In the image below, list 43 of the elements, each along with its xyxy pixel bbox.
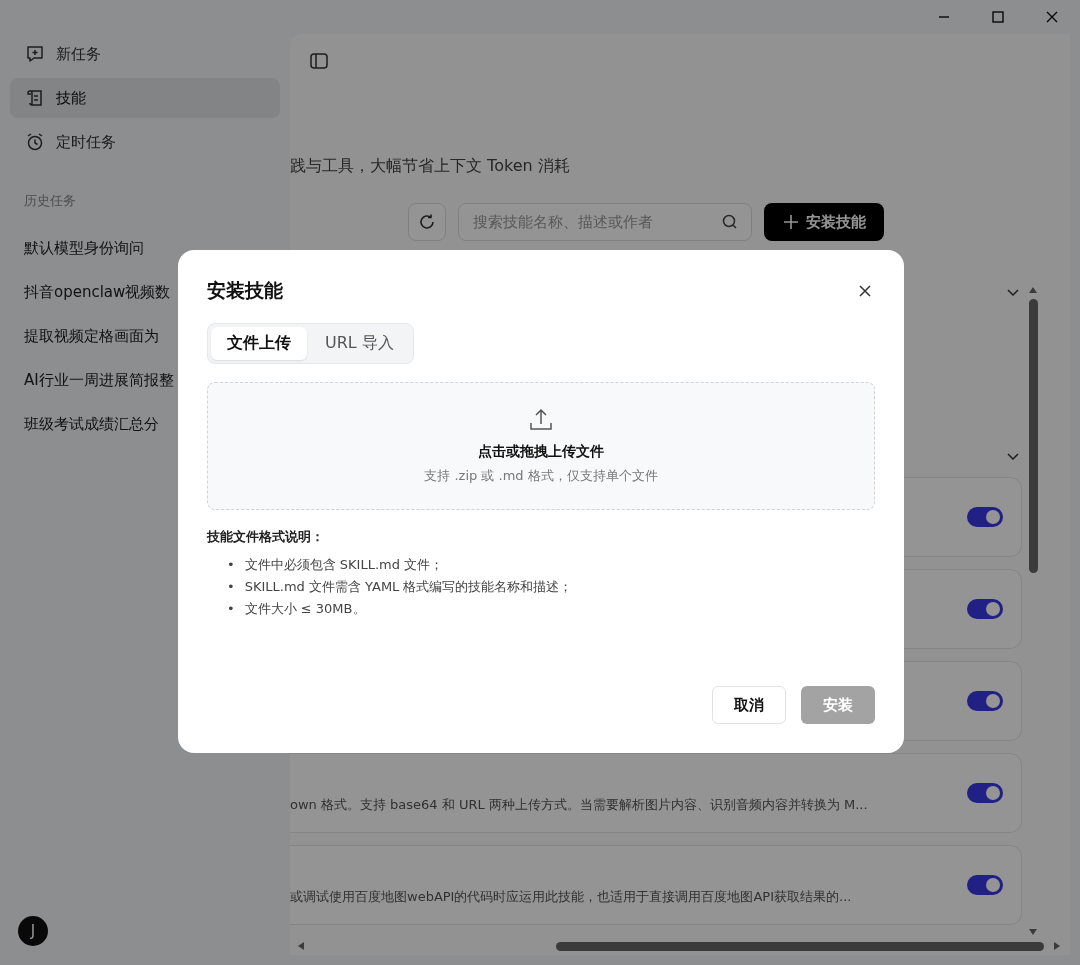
scroll-right-icon[interactable] [1052, 941, 1062, 951]
search-icon[interactable] [721, 213, 739, 231]
scrollbar-thumb[interactable] [556, 941, 1044, 951]
note-item: 文件大小 ≤ 30MB。 [244, 600, 366, 618]
note-item: 文件中必须包含 SKILL.md 文件； [244, 556, 444, 574]
note-item: SKILL.md 文件需含 YAML 格式编写的技能名称和描述； [244, 578, 573, 596]
upload-dropzone[interactable]: 点击或拖拽上传文件 支持 .zip 或 .md 格式，仅支持单个文件 [207, 382, 875, 510]
scroll-up-icon[interactable] [1028, 285, 1038, 295]
dropzone-hint: 支持 .zip 或 .md 格式，仅支持单个文件 [424, 467, 658, 485]
sidebar-toggle-icon[interactable] [308, 50, 330, 72]
sidebar-item[interactable]: 定时任务 [10, 122, 280, 162]
bullet: • [227, 578, 235, 596]
skill-description: 或调试使用百度地图webAPI的代码时应运用此技能，也适用于直接调用百度地图API获取结果的... [290, 888, 852, 906]
tab[interactable]: URL 导入 [309, 327, 410, 360]
dialog-title: 安装技能 [207, 278, 283, 303]
install-skill-button[interactable]: 安装技能 [764, 203, 884, 241]
notes-heading: 技能文件格式说明： [207, 528, 325, 546]
plus-icon [782, 213, 800, 231]
avatar[interactable]: J [18, 916, 48, 946]
message-plus-icon [24, 43, 46, 65]
scroll-down-icon[interactable] [1028, 927, 1038, 937]
upload-icon [528, 407, 554, 433]
page-subtitle: 践与工具，大幅节省上下文 Token 消耗 [290, 156, 571, 177]
cancel-button[interactable]: 取消 [712, 686, 786, 724]
dropzone-title: 点击或拖拽上传文件 [478, 443, 604, 461]
sidebar-item[interactable]: 新任务 [10, 34, 280, 74]
skill-description: own 格式。支持 base64 和 URL 两种上传方式。当需要解析图片内容、识别音频内容并转换为 M... [290, 796, 868, 814]
refresh-icon [417, 212, 437, 232]
sidebar-item[interactable]: 技能 [10, 78, 280, 118]
scrollbar-thumb[interactable] [1028, 299, 1038, 573]
toggle-switch[interactable] [967, 875, 1003, 895]
toggle-switch[interactable] [967, 507, 1003, 527]
history-item[interactable]: 默认模型身份询问 [10, 226, 280, 270]
toggle-switch[interactable] [967, 599, 1003, 619]
section-heading: 历史任务 [24, 192, 77, 210]
search-field[interactable]: 搜索技能名称、描述或作者 [458, 203, 752, 241]
tab[interactable]: 文件上传 [211, 327, 307, 360]
refresh-button[interactable] [408, 203, 446, 241]
bullet: • [227, 556, 235, 574]
toggle-switch[interactable] [967, 691, 1003, 711]
toggle-switch[interactable] [967, 783, 1003, 803]
scroll-left-icon[interactable] [296, 941, 306, 951]
bullet: • [227, 600, 235, 618]
